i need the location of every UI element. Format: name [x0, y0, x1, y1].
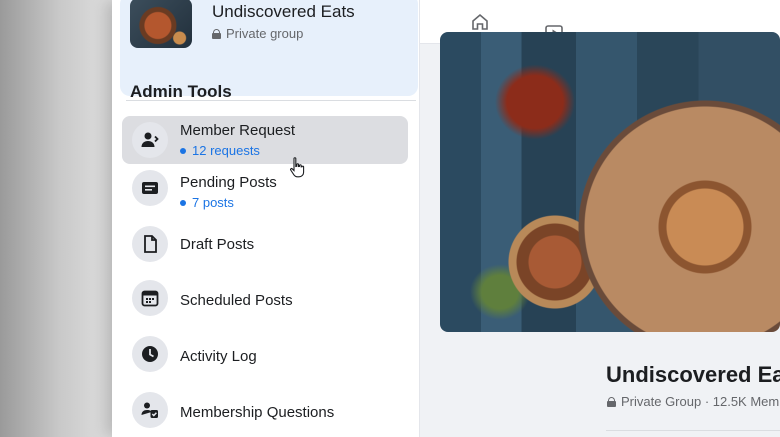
- group-header-meta-label: Private Group · 12.5K Members: [621, 394, 780, 409]
- group-name: Undiscovered Eats: [212, 2, 355, 21]
- admin-tools-title: Admin Tools: [130, 82, 232, 101]
- app-window: Undiscovered Eats Private group Admin To…: [112, 0, 780, 437]
- menu-item-draft-posts[interactable]: Draft Posts: [122, 220, 408, 268]
- menu-item-pending-posts[interactable]: Pending Posts 7 posts: [122, 164, 408, 212]
- home-icon[interactable]: [468, 10, 492, 34]
- divider: [606, 430, 780, 431]
- pending-posts-icon: [132, 170, 168, 206]
- clock-icon: [132, 336, 168, 372]
- group-header-meta: Private Group · 12.5K Members: [607, 394, 780, 409]
- group-cover-photo: [440, 32, 780, 332]
- group-header-title: Undiscovered Eats: [606, 362, 780, 387]
- admin-sidebar: Undiscovered Eats Private group Admin To…: [112, 0, 420, 437]
- group-privacy-label: Private group: [226, 26, 304, 41]
- menu-item-membership-questions[interactable]: Membership Questions: [122, 386, 408, 434]
- hand-cursor-icon: [290, 157, 305, 178]
- menu-sub: 12 requests: [180, 143, 260, 158]
- unread-dot: [180, 147, 186, 154]
- divider: [126, 100, 416, 101]
- menu-label: Activity Log: [180, 348, 257, 365]
- menu-label: Draft Posts: [180, 236, 255, 253]
- menu-label: Scheduled Posts: [180, 292, 293, 309]
- questions-icon: [132, 392, 168, 428]
- group-thumbnail: [130, 0, 192, 48]
- lock-icon: [212, 28, 221, 39]
- group-privacy: Private group: [212, 26, 303, 41]
- menu-sub-label: 7 posts: [192, 195, 234, 210]
- menu-label: Member Request: [180, 122, 296, 139]
- menu-sub-label: 12 requests: [192, 143, 260, 158]
- menu-sub: 7 posts: [180, 195, 234, 210]
- menu-item-member-request[interactable]: Member Request 12 requests: [122, 116, 408, 164]
- menu-label: Membership Questions: [180, 404, 335, 421]
- unread-dot: [180, 199, 186, 206]
- group-main: Undiscovered Eats Private Group · 12.5K …: [420, 0, 780, 437]
- menu-item-scheduled-posts[interactable]: Scheduled Posts: [122, 274, 408, 322]
- draft-icon: [132, 226, 168, 262]
- menu-item-activity-log[interactable]: Activity Log: [122, 330, 408, 378]
- menu-label: Pending Posts: [180, 174, 277, 191]
- member-request-icon: [132, 122, 168, 158]
- calendar-icon: [132, 280, 168, 316]
- lock-icon: [607, 396, 616, 407]
